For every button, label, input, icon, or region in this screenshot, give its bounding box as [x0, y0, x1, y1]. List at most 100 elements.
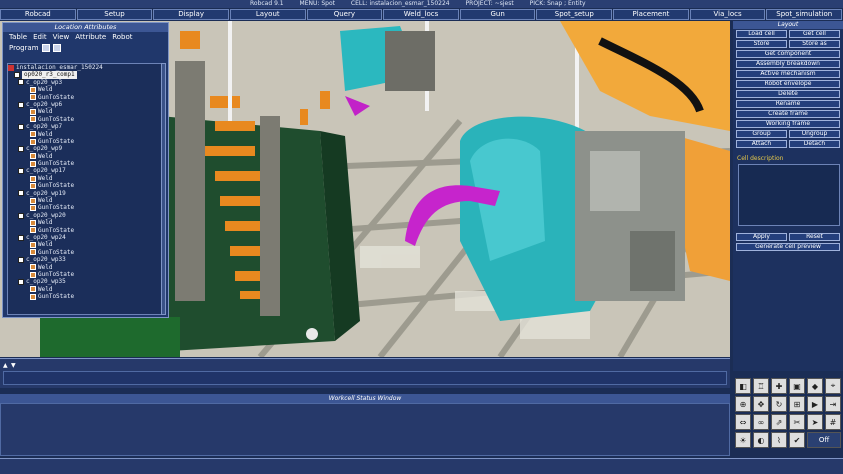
tree-row[interactable]: instalacion_esmar_150224	[8, 64, 162, 71]
cut-icon[interactable]: ✂	[789, 414, 805, 430]
tree-row[interactable]: GunToState	[8, 271, 162, 278]
menu-table[interactable]: Table	[9, 32, 27, 42]
tree-row[interactable]: GunToState	[8, 138, 162, 145]
menu-placement[interactable]: Placement	[613, 9, 689, 20]
menu-setup[interactable]: Setup	[76, 9, 153, 20]
detach-button[interactable]: Detach	[789, 140, 840, 148]
tree-row[interactable]: GunToState	[8, 249, 162, 256]
tree-row[interactable]: Weld	[8, 175, 162, 182]
tree-row[interactable]: c_op20_wp33	[8, 256, 162, 263]
location-tree-scrollbar[interactable]	[161, 63, 166, 315]
command-line-input[interactable]	[3, 371, 727, 385]
tree-row[interactable]: c_op20_wp19	[8, 190, 162, 197]
get-cell-button[interactable]: Get cell	[789, 30, 840, 38]
rotate-icon[interactable]: ↻	[771, 396, 787, 412]
link-icon[interactable]: ∞	[753, 414, 769, 430]
tree-row[interactable]: Weld	[8, 197, 162, 204]
menu-robot[interactable]: Robot	[112, 32, 132, 42]
store-as-button[interactable]: Store as	[789, 40, 840, 48]
ungroup-button[interactable]: Ungroup	[789, 130, 840, 138]
tree-row[interactable]: c_op20_wp17	[8, 167, 162, 174]
triangle-down-icon[interactable]: ▼	[11, 362, 16, 369]
camera-icon[interactable]: ⌖	[825, 378, 841, 394]
menu-view[interactable]: View	[53, 32, 70, 42]
tree-row[interactable]: GunToState	[8, 160, 162, 167]
check-icon[interactable]: ✔	[789, 432, 805, 448]
program-clear-button[interactable]	[52, 44, 61, 52]
tree-row[interactable]: GunToState	[8, 94, 162, 101]
program-select-button[interactable]	[41, 44, 50, 52]
tree-row[interactable]: GunToState	[8, 116, 162, 123]
rename-button[interactable]: Rename	[736, 100, 840, 108]
tree-row[interactable]: Weld	[8, 264, 162, 271]
part-icon[interactable]: ◆	[807, 378, 823, 394]
active-mechanism-button[interactable]: Active mechanism	[736, 70, 840, 78]
play-icon[interactable]: ▶	[807, 396, 823, 412]
tree-row[interactable]: Weld	[8, 219, 162, 226]
tree-row[interactable]: Weld	[8, 241, 162, 248]
create-frame-button[interactable]: Create frame	[736, 110, 840, 118]
tree-row[interactable]: Weld	[8, 108, 162, 115]
shaded-view-icon[interactable]: ◧	[735, 378, 751, 394]
tree-row[interactable]: GunToState	[8, 227, 162, 234]
menu-spot-setup[interactable]: Spot_setup	[536, 9, 613, 20]
menu-robcad[interactable]: Robcad	[0, 9, 76, 20]
menu-display[interactable]: Display	[153, 9, 229, 20]
tree-row[interactable]: Weld	[8, 86, 162, 93]
menu-layout[interactable]: Layout	[229, 9, 306, 20]
measure-icon[interactable]: ⇔	[735, 414, 751, 430]
menu-via-locs[interactable]: Via_locs	[689, 9, 766, 20]
step-icon[interactable]: ⇥	[825, 396, 841, 412]
menu-spot-simulation[interactable]: Spot_simulation	[766, 9, 843, 20]
tree-row[interactable]: c_op20_wp35	[8, 278, 162, 285]
tree-row[interactable]: GunToState	[8, 293, 162, 300]
load-cell-button[interactable]: Load cell	[736, 30, 787, 38]
frame-icon[interactable]: ⊞	[789, 396, 805, 412]
menu-attribute[interactable]: Attribute	[75, 32, 106, 42]
cell-description-field[interactable]	[738, 164, 840, 226]
attach-button[interactable]: Attach	[736, 140, 787, 148]
get-component-button[interactable]: Get component	[736, 50, 840, 58]
delete-button[interactable]: Delete	[736, 90, 840, 98]
robot-icon[interactable]: ♖	[753, 378, 769, 394]
tree-row[interactable]: c_op20_wp24	[8, 234, 162, 241]
group-button[interactable]: Group	[736, 130, 787, 138]
pan-icon[interactable]: ✥	[753, 396, 769, 412]
tree-row[interactable]: c_op20_wp20	[8, 212, 162, 219]
tree-row[interactable]: c_op20_wp9	[8, 145, 162, 152]
menu-edit[interactable]: Edit	[33, 32, 47, 42]
location-tree[interactable]: instalacion_esmar_150224 op020_r3_comp1 c_…	[7, 63, 163, 315]
tree-row[interactable]: GunToState	[8, 204, 162, 211]
fixture-icon[interactable]: ▣	[789, 378, 805, 394]
menu-weld-locs[interactable]: Weld_locs	[383, 9, 459, 20]
tree-row[interactable]: op020_r3_comp1	[8, 71, 162, 79]
generate-cell-preview-button[interactable]: Generate cell preview	[736, 243, 840, 251]
menu-query[interactable]: Query	[306, 9, 383, 20]
wire-icon[interactable]: ⌇	[771, 432, 787, 448]
layout-button-row: Working frame	[733, 119, 843, 129]
tree-row[interactable]: c_op20_wp7	[8, 123, 162, 130]
assembly-breakdown-button[interactable]: Assembly breakdown	[736, 60, 840, 68]
zoom-icon[interactable]: ⊕	[735, 396, 751, 412]
robot-envelope-button[interactable]: Robot envelope	[736, 80, 840, 88]
palette-icon[interactable]: ◐	[753, 432, 769, 448]
tree-row[interactable]: GunToState	[8, 182, 162, 189]
reset-button[interactable]: Reset	[789, 233, 840, 241]
working-frame-button[interactable]: Working frame	[736, 120, 840, 128]
tree-row[interactable]: c_op20_wp3	[8, 79, 162, 86]
gun-icon[interactable]: ✚	[771, 378, 787, 394]
checkbox-icon	[18, 168, 24, 175]
arrow-icon[interactable]: ➤	[807, 414, 823, 430]
path-icon[interactable]: ⇗	[771, 414, 787, 430]
apply-button[interactable]: Apply	[736, 233, 787, 241]
menu-gun[interactable]: Gun	[459, 9, 536, 20]
light-icon[interactable]: ☀	[735, 432, 751, 448]
tree-row[interactable]: Weld	[8, 131, 162, 138]
off-toggle-icon[interactable]: Off	[807, 432, 841, 448]
tree-row[interactable]: c_op20_wp6	[8, 101, 162, 108]
triangle-up-icon[interactable]: ▲	[3, 362, 8, 369]
store-button[interactable]: Store	[736, 40, 787, 48]
tree-row[interactable]: Weld	[8, 286, 162, 293]
grid-icon[interactable]: #	[825, 414, 841, 430]
tree-row[interactable]: Weld	[8, 153, 162, 160]
